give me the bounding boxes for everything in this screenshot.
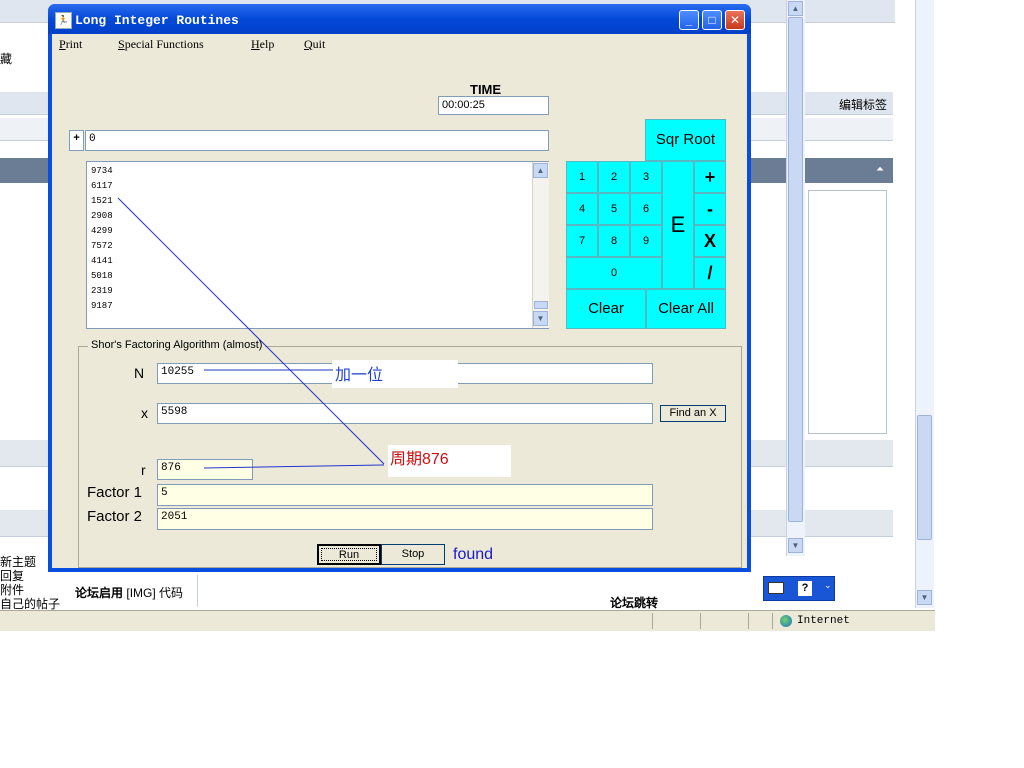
- annotation-lines: [117, 197, 385, 469]
- annotation-line: [203, 464, 385, 469]
- annotation-line: [117, 197, 385, 465]
